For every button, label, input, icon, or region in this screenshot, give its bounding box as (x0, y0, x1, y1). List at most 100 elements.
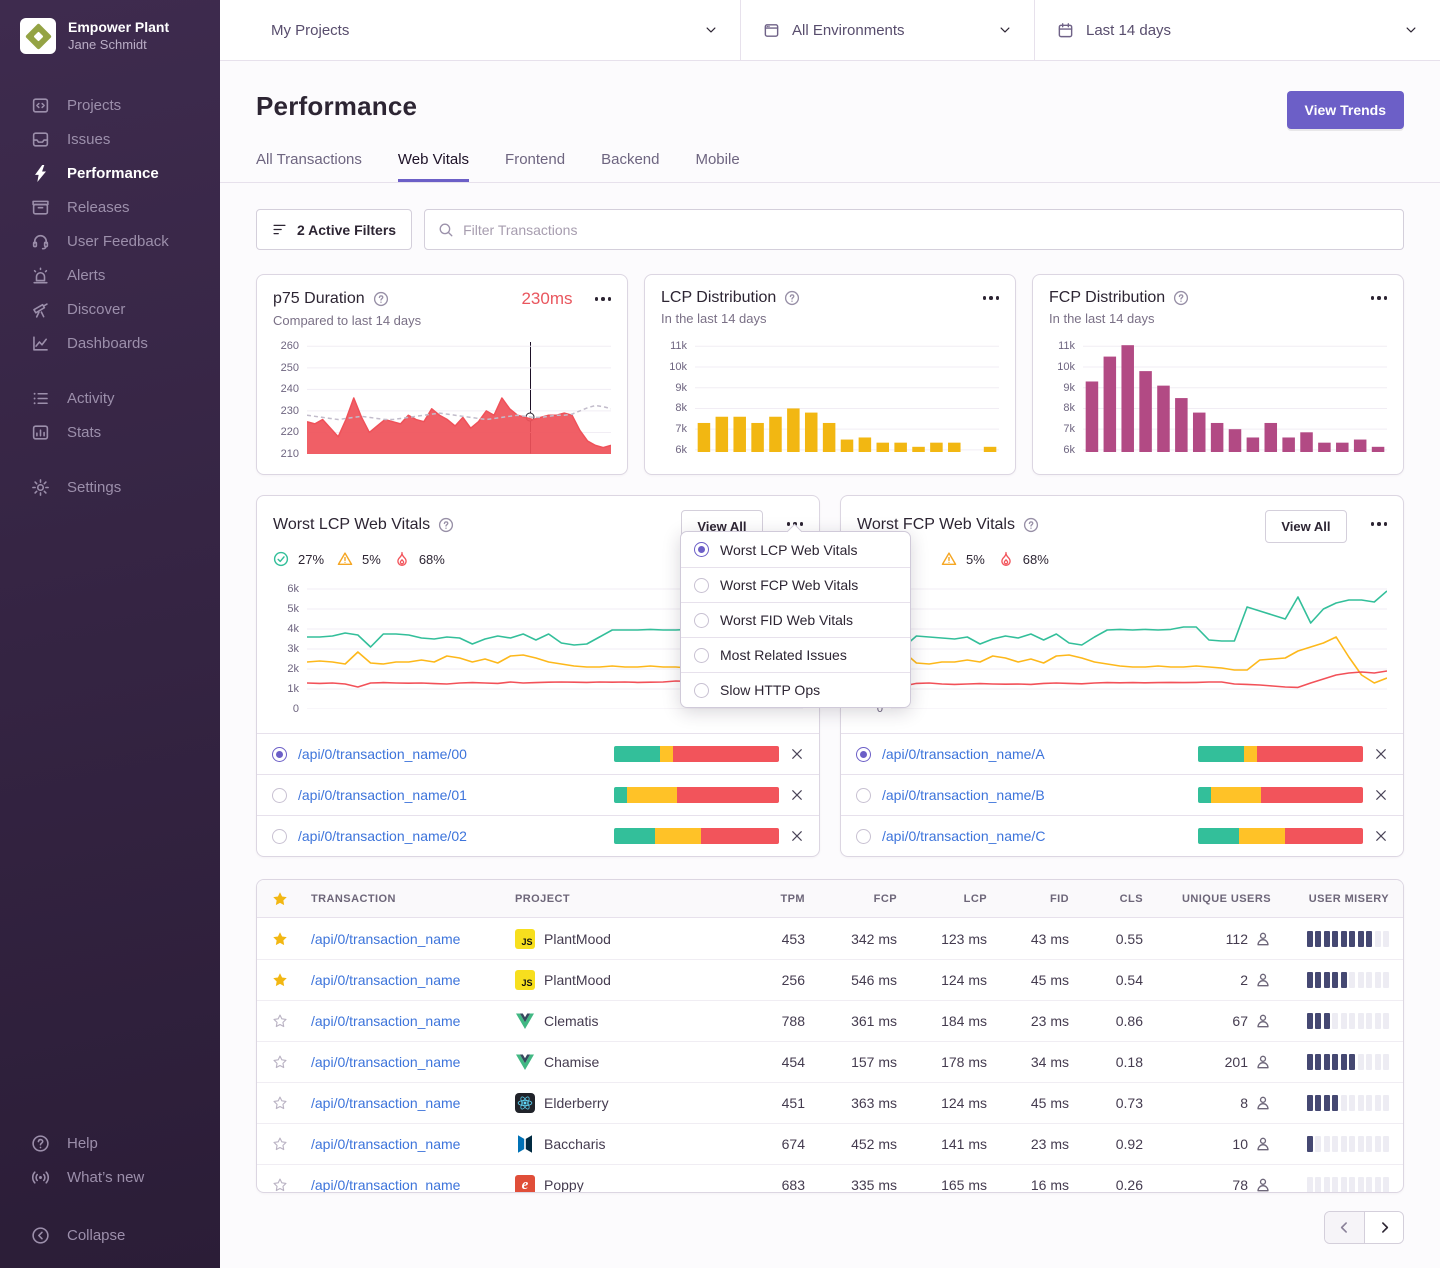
menu-item-worst-fcp-web-vitals[interactable]: Worst FCP Web Vitals (681, 567, 910, 602)
close-icon[interactable] (790, 747, 804, 761)
project-cell[interactable]: JSPlantMood (507, 929, 749, 949)
transaction-link[interactable]: /api/0/transaction_name (303, 931, 507, 947)
radio-button[interactable] (272, 829, 287, 844)
transaction-link[interactable]: /api/0/transaction_name (303, 1013, 507, 1029)
star-outline-icon[interactable] (272, 1095, 288, 1111)
help-icon[interactable] (1173, 290, 1189, 306)
previous-page-button[interactable] (1325, 1212, 1364, 1243)
sidebar-item-settings[interactable]: Settings (0, 470, 220, 504)
sidebar-item-activity[interactable]: Activity (0, 381, 220, 415)
column-header-tpm[interactable]: TPM (749, 893, 813, 905)
view-trends-button[interactable]: View Trends (1287, 91, 1404, 129)
transaction-link[interactable]: /api/0/transaction_name/C (882, 828, 1187, 844)
tab-all-transactions[interactable]: All Transactions (256, 151, 362, 182)
card-menu-button[interactable] (983, 296, 1000, 300)
tab-frontend[interactable]: Frontend (505, 151, 565, 182)
menu-item-most-related-issues[interactable]: Most Related Issues (681, 637, 910, 672)
column-header-project[interactable]: PROJECT (507, 893, 749, 905)
column-header-cls[interactable]: CLS (1077, 893, 1151, 905)
help-icon[interactable] (373, 291, 389, 307)
column-header-user-misery[interactable]: USER MISERY (1279, 893, 1403, 905)
sidebar-item-user-feedback[interactable]: User Feedback (0, 224, 220, 258)
sidebar-item-projects[interactable]: Projects (0, 88, 220, 122)
sidebar-item-stats[interactable]: Stats (0, 415, 220, 449)
fid-value: 34 ms (995, 1054, 1077, 1070)
radio-button[interactable] (856, 788, 871, 803)
radio-button[interactable] (694, 613, 709, 628)
transaction-link[interactable]: /api/0/transaction_name (303, 972, 507, 988)
project-cell[interactable]: Baccharis (507, 1134, 749, 1154)
star-filled-icon[interactable] (272, 931, 288, 947)
menu-item-slow-http-ops[interactable]: Slow HTTP Ops (681, 672, 910, 707)
radio-button[interactable] (856, 747, 871, 762)
view-all-button[interactable]: View All (1265, 510, 1346, 543)
project-cell[interactable]: Clematis (507, 1011, 749, 1031)
projects-selector[interactable]: My Projects (220, 0, 740, 60)
star-outline-icon[interactable] (272, 1013, 288, 1029)
transaction-link[interactable]: /api/0/transaction_name/00 (298, 746, 603, 762)
search-box[interactable] (424, 209, 1404, 250)
radio-button[interactable] (694, 542, 709, 557)
column-header-fid[interactable]: FID (995, 893, 1077, 905)
transaction-link[interactable]: /api/0/transaction_name/01 (298, 787, 603, 803)
radio-button[interactable] (694, 683, 709, 698)
active-filters-button[interactable]: 2 Active Filters (256, 209, 412, 250)
close-icon[interactable] (1374, 829, 1388, 843)
help-icon[interactable] (1023, 517, 1039, 533)
sidebar-item-dashboards[interactable]: Dashboards (0, 326, 220, 360)
sidebar-item-releases[interactable]: Releases (0, 190, 220, 224)
close-icon[interactable] (1374, 788, 1388, 802)
card-menu-button[interactable] (1371, 510, 1388, 526)
org-switcher[interactable]: Empower Plant Jane Schmidt (0, 18, 220, 54)
search-input[interactable] (463, 222, 1390, 238)
close-icon[interactable] (1374, 747, 1388, 761)
card-menu-button[interactable] (1371, 296, 1388, 300)
help-icon[interactable] (784, 290, 800, 306)
card-menu-button[interactable] (595, 297, 612, 301)
star-filled-icon[interactable] (272, 972, 288, 988)
radio-button[interactable] (272, 747, 287, 762)
tab-mobile[interactable]: Mobile (695, 151, 739, 182)
transaction-link[interactable]: /api/0/transaction_name (303, 1054, 507, 1070)
sidebar-item-what-s-new[interactable]: What’s new (0, 1160, 220, 1194)
transaction-link[interactable]: /api/0/transaction_name/02 (298, 828, 603, 844)
tab-web-vitals[interactable]: Web Vitals (398, 151, 469, 182)
project-cell[interactable]: Chamise (507, 1052, 749, 1072)
sidebar-collapse-button[interactable]: Collapse (0, 1218, 220, 1252)
radio-button[interactable] (272, 788, 287, 803)
sidebar-item-alerts[interactable]: Alerts (0, 258, 220, 292)
next-page-button[interactable] (1364, 1212, 1403, 1243)
column-header-lcp[interactable]: LCP (905, 893, 995, 905)
vitals-transaction-row: /api/0/transaction_name/00 (257, 733, 819, 774)
column-header-transaction[interactable]: TRANSACTION (303, 893, 507, 905)
radio-button[interactable] (694, 578, 709, 593)
transaction-link[interactable]: /api/0/transaction_name (303, 1177, 507, 1193)
transaction-link[interactable]: /api/0/transaction_name/B (882, 787, 1187, 803)
project-cell[interactable]: ePoppy (507, 1175, 749, 1193)
sidebar-item-discover[interactable]: Discover (0, 292, 220, 326)
column-header-fcp[interactable]: FCP (813, 893, 905, 905)
transaction-link[interactable]: /api/0/transaction_name (303, 1095, 507, 1111)
tab-backend[interactable]: Backend (601, 151, 659, 182)
radio-button[interactable] (694, 648, 709, 663)
project-cell[interactable]: Elderberry (507, 1093, 749, 1113)
transaction-link[interactable]: /api/0/transaction_name/A (882, 746, 1187, 762)
help-icon[interactable] (438, 517, 454, 533)
star-outline-icon[interactable] (272, 1136, 288, 1152)
project-cell[interactable]: JSPlantMood (507, 970, 749, 990)
sidebar-item-performance[interactable]: Performance (0, 156, 220, 190)
menu-item-worst-lcp-web-vitals[interactable]: Worst LCP Web Vitals (681, 532, 910, 567)
daterange-selector[interactable]: Last 14 days (1034, 0, 1440, 60)
sidebar-item-help[interactable]: Help (0, 1126, 220, 1160)
close-icon[interactable] (790, 829, 804, 843)
environments-selector[interactable]: All Environments (740, 0, 1034, 60)
radio-button[interactable] (856, 829, 871, 844)
star-outline-icon[interactable] (272, 1054, 288, 1070)
column-header-unique-users[interactable]: UNIQUE USERS (1151, 893, 1279, 905)
menu-item-worst-fid-web-vitals[interactable]: Worst FID Web Vitals (681, 602, 910, 637)
transaction-link[interactable]: /api/0/transaction_name (303, 1136, 507, 1152)
sidebar-item-label: Performance (67, 165, 159, 182)
star-outline-icon[interactable] (272, 1177, 288, 1193)
sidebar-item-issues[interactable]: Issues (0, 122, 220, 156)
close-icon[interactable] (790, 788, 804, 802)
